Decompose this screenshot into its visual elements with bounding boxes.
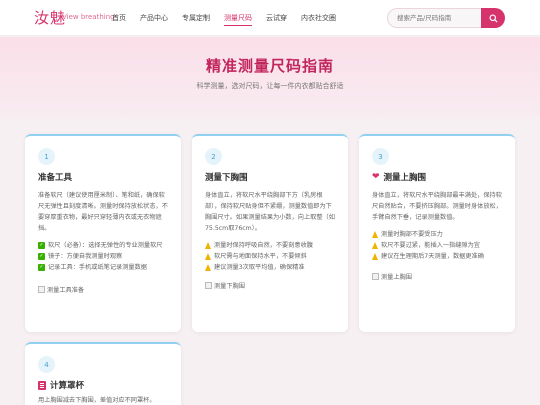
nav-community[interactable]: 内衣社交圈: [301, 0, 336, 36]
card-title: ❤ 测量上胸围: [372, 171, 427, 183]
tip-item: 建议测量3次取平均值，确保精准: [205, 262, 336, 273]
nav-size-guide[interactable]: 测量尺码: [224, 0, 252, 36]
warning-icon: [205, 253, 211, 260]
image-icon: [205, 282, 212, 289]
main-nav: 首页 产品中心 专属定制 测量尺码 云试穿 内衣社交圈: [112, 0, 350, 36]
nav-virtual-tryon[interactable]: 云试穿: [266, 0, 287, 36]
tips-list: 测量时胸部不要受压力 软尺不要过紧，能插入一指缝隙为宜 建议在生理期后7天测量，…: [372, 229, 503, 262]
tip-item: ✓ 记录工具：手机或纸笔记录测量数据: [38, 264, 147, 271]
step-card-bust: 3 ❤ 测量上胸围 身体直立，将软尺水平绕胸部最丰满处，保持软尺自然贴合，不要挤压…: [359, 134, 515, 332]
brand-tagline: View breathing: [62, 13, 115, 21]
tip-item: 建议在生理期后7天测量，数据更准确: [372, 251, 503, 262]
search-button[interactable]: [481, 8, 505, 28]
tip-item: 软尺不要过紧，能插入一指缝隙为宜: [372, 240, 503, 251]
card-title: 计算罩杯: [38, 379, 169, 391]
broken-image: 测量工具准备: [38, 285, 169, 294]
warning-icon: [372, 242, 378, 249]
card-description: 身体直立，将软尺水平绕胸部下方（乳房根部），保持软尺贴身但不紧绷，测量数值即为下…: [205, 192, 335, 232]
page-subtitle: 科学测量，选对尺码，让每一件内衣都贴合舒适: [196, 82, 344, 90]
nav-products[interactable]: 产品中心: [140, 0, 168, 36]
search-input[interactable]: [387, 8, 482, 28]
card-description: 用上胸围减去下胸围，差值对应不同罩杯。: [38, 397, 156, 404]
card-description: 准备软尺（建议使用厘米制）、笔和纸，确保软尺无弹性且刻度清晰。测量时保持放松状态…: [38, 192, 168, 232]
warning-icon: [205, 242, 211, 249]
heart-icon: ❤: [372, 171, 380, 182]
warning-icon: [205, 264, 211, 271]
check-icon: ✓: [38, 253, 45, 260]
card-description: 身体直立，将软尺水平绕胸部最丰满处，保持软尺自然贴合，不要挤压胸部。测量时身体放…: [372, 192, 502, 221]
hero-banner: 精准测量尺码指南 科学测量，选对尺码，让每一件内衣都贴合舒适: [0, 37, 540, 117]
step-number: 3: [372, 148, 389, 165]
calculator-icon: [38, 380, 46, 390]
tips-list: 测量时保持呼吸自然，不要刻意收腹 软尺需与地面保持水平，不要倾斜 建议测量3次取…: [205, 240, 336, 273]
top-nav-bar: 汝魅 View breathing 首页 产品中心 专属定制 测量尺码 云试穿 …: [0, 0, 540, 36]
tips-list: ✓ 软尺（必备）：选择无弹性的专业测量软尺 ✓ 镜子：方便自我测量时观察 ✓ 记录工具…: [38, 240, 169, 273]
tip-item: 测量时胸部不要受压力: [372, 229, 503, 240]
broken-image: 测量上胸围: [372, 272, 503, 281]
search-box: [387, 8, 505, 28]
warning-icon: [372, 253, 378, 260]
nav-custom[interactable]: 专属定制: [182, 0, 210, 36]
tip-item: ✓ 软尺（必备）：选择无弹性的专业测量软尺: [38, 242, 163, 249]
step-number: 4: [38, 356, 55, 373]
tip-item: 软尺需与地面保持水平，不要倾斜: [205, 251, 336, 262]
check-icon: ✓: [38, 264, 45, 271]
search-icon: [489, 13, 498, 23]
step-card-under-bust: 2 测量下胸围 身体直立，将软尺水平绕胸部下方（乳房根部），保持软尺贴身但不紧绷…: [192, 134, 348, 332]
image-icon: [38, 286, 45, 293]
page-title: 精准测量尺码指南: [205, 57, 334, 75]
image-icon: [372, 273, 379, 280]
warning-icon: [372, 231, 378, 238]
step-card-prepare-tools: 1 准备工具 准备软尺（建议使用厘米制）、笔和纸，确保软尺无弹性且刻度清晰。测量…: [25, 134, 181, 332]
tip-item: ✓ 镜子：方便自我测量时观察: [38, 253, 123, 260]
card-title: 测量下胸围: [205, 173, 248, 183]
check-icon: ✓: [38, 242, 45, 249]
broken-image: 测量下胸围: [205, 281, 336, 290]
step-number: 2: [205, 148, 222, 165]
step-card-cup-size: 4 计算罩杯 用上胸围减去下胸围，差值对应不同罩杯。: [25, 342, 181, 405]
nav-home[interactable]: 首页: [112, 0, 126, 36]
step-number: 1: [38, 148, 55, 165]
card-title: 准备工具: [38, 173, 73, 183]
tip-item: 测量时保持呼吸自然，不要刻意收腹: [205, 240, 336, 251]
